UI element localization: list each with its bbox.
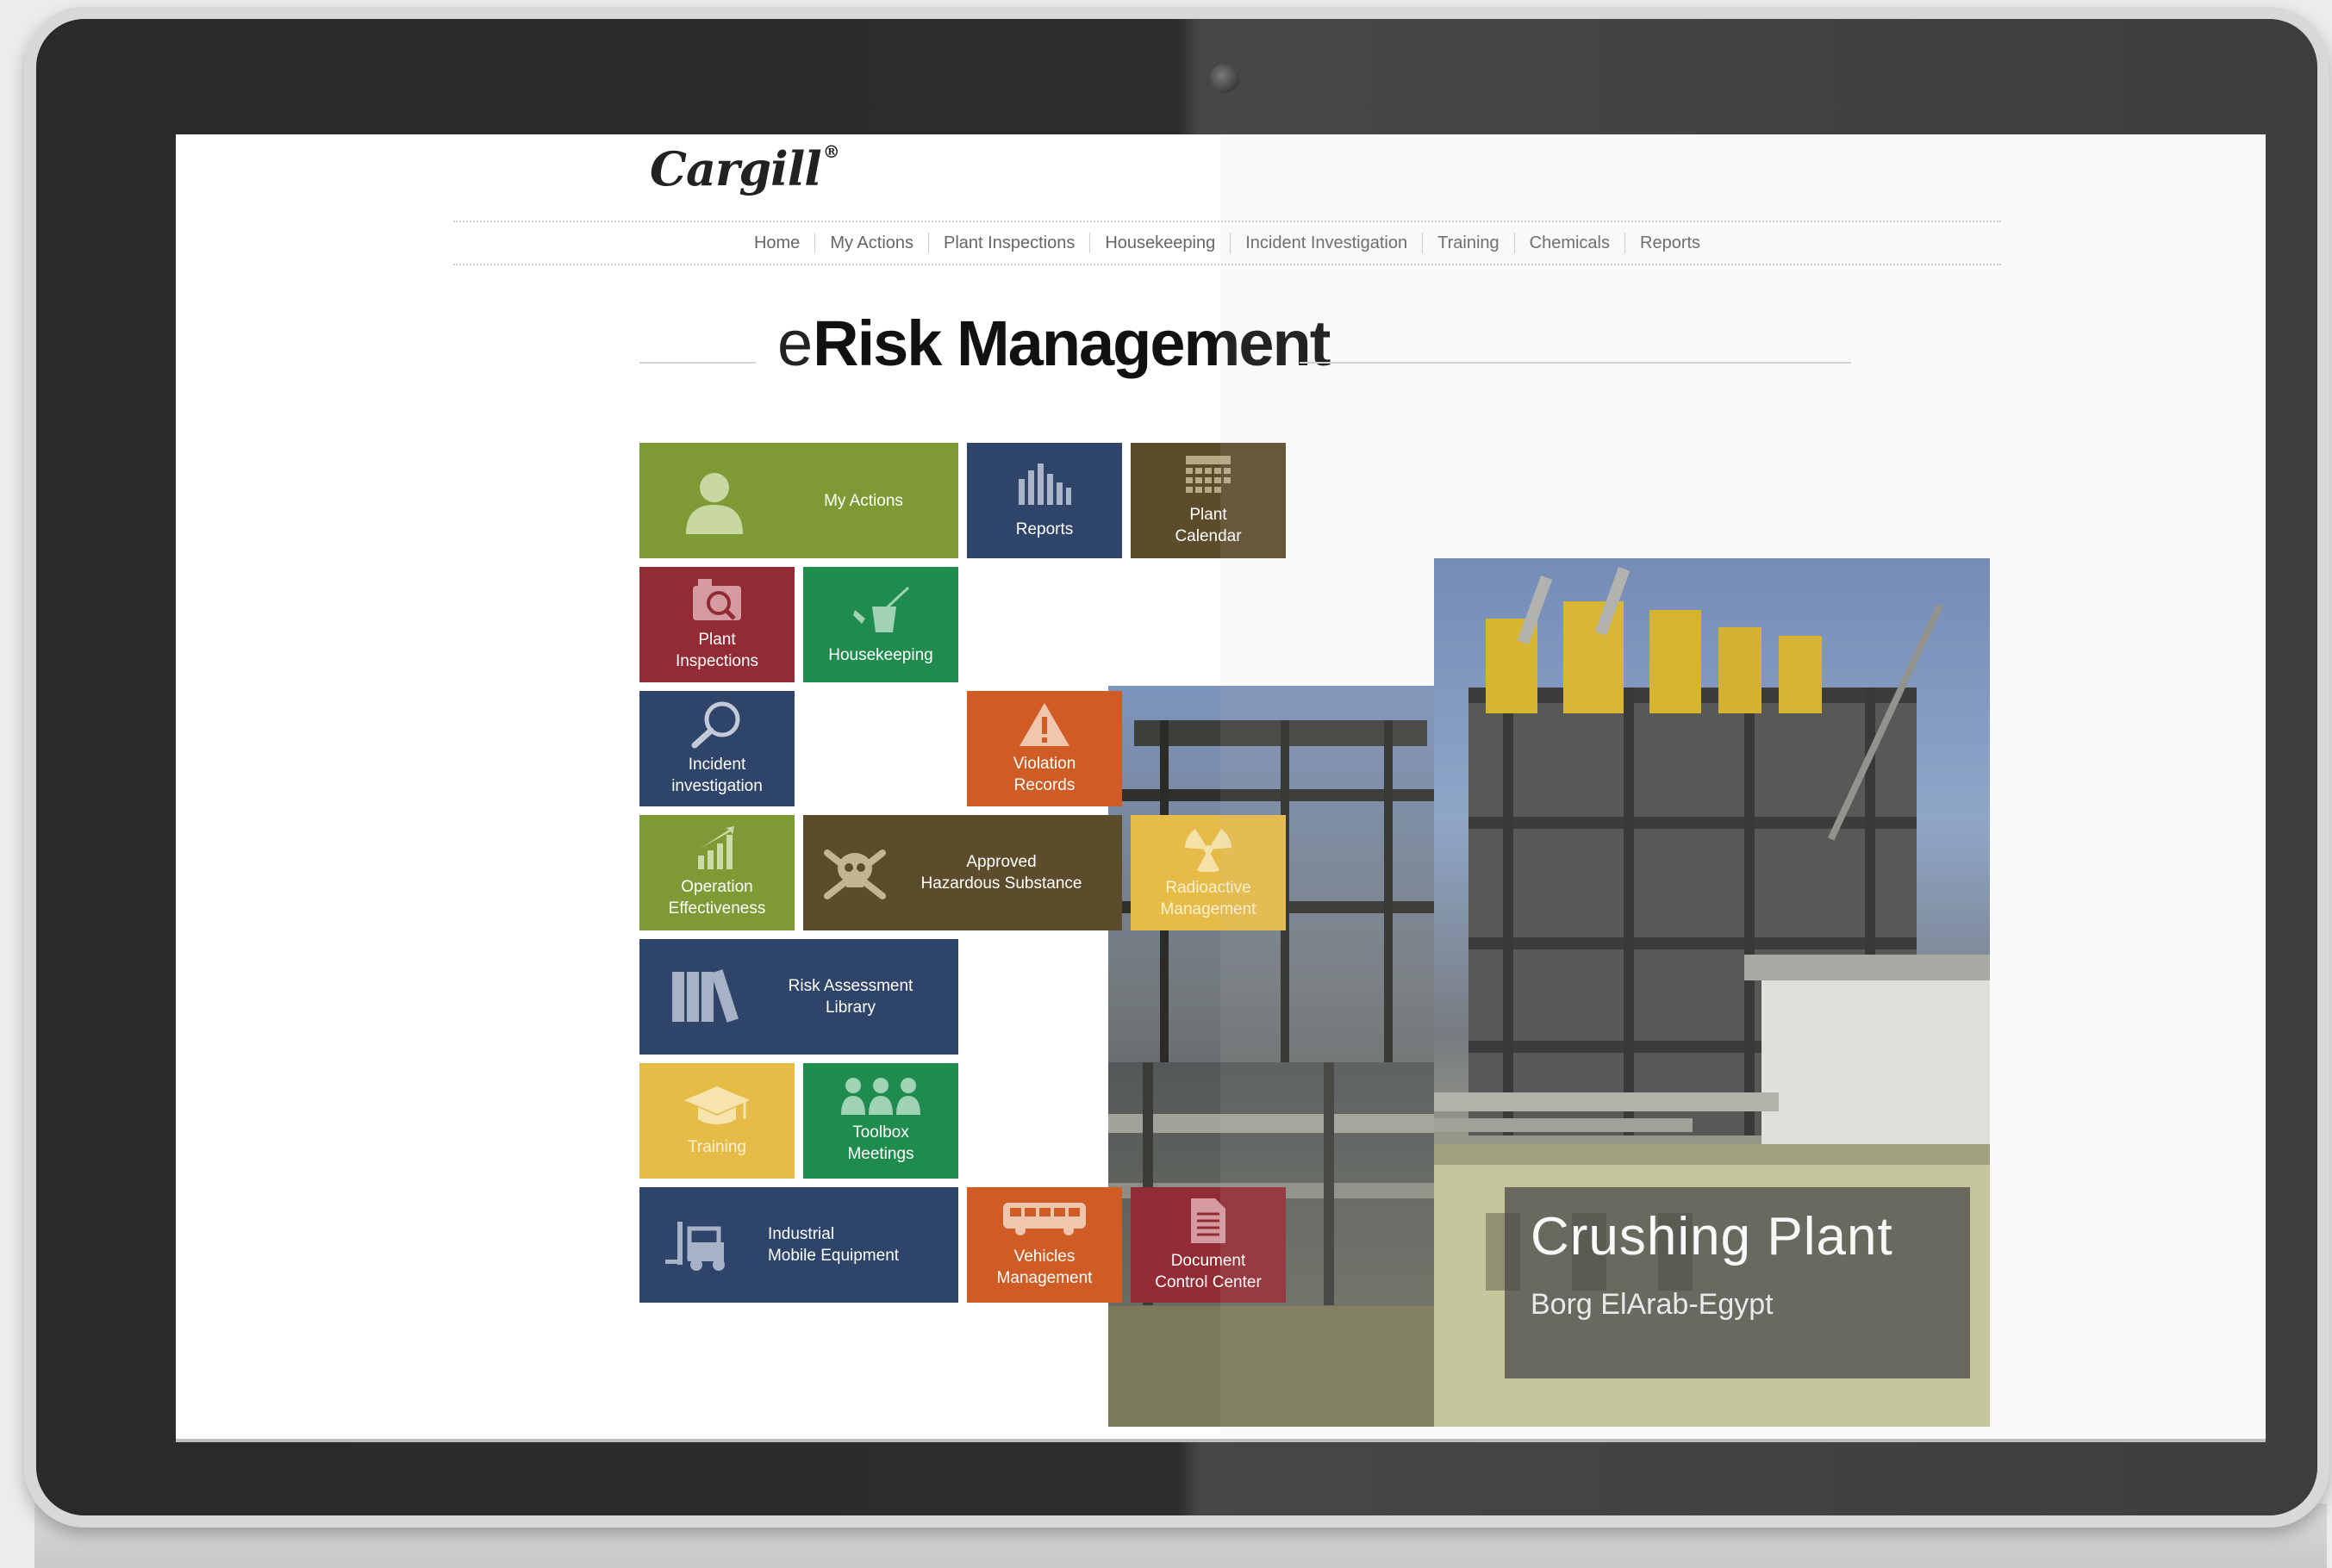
tile-violation-records[interactable]: Violation Records	[967, 691, 1122, 806]
tile-label: Plant Inspections	[676, 629, 758, 672]
books-icon	[670, 968, 743, 1024]
title-divider-right	[1300, 362, 1851, 364]
tile-label-line: Inspections	[675, 652, 759, 670]
camera-magnifier-icon	[691, 577, 743, 624]
tile-label: Housekeeping	[828, 645, 933, 664]
tile-label-line: Vehicles	[1013, 1248, 1076, 1266]
tile-label-line: Management	[996, 1269, 1093, 1287]
tile-label-line: Violation	[1013, 755, 1076, 773]
tile-vehicles-management[interactable]: Vehicles Management	[967, 1187, 1122, 1303]
page-title: eRisk Management	[639, 308, 1903, 384]
tile-label: Toolbox Meetings	[847, 1122, 913, 1165]
tile-label-line: Operation	[681, 878, 753, 896]
tile-label: Risk Assessment Library	[789, 975, 913, 1018]
tile-label-line: Approved	[966, 853, 1037, 871]
tile-radioactive-management[interactable]: Radioactive Management	[1131, 815, 1286, 930]
tile-label: Approved Hazardous Substance	[921, 851, 1082, 894]
mop-bucket-icon	[846, 584, 915, 636]
tile-label-line: Plant	[698, 631, 736, 649]
cargill-logo[interactable]: Cargill ®	[650, 141, 840, 196]
tile-label: Operation Effectiveness	[669, 876, 766, 919]
nav-housekeeping[interactable]: Housekeeping	[1089, 233, 1230, 253]
bus-icon	[1001, 1201, 1088, 1237]
tile-label-line: Mobile Equipment	[767, 1247, 900, 1265]
tile-document-control-center[interactable]: Document Control Center	[1131, 1187, 1286, 1303]
tile-label: My Actions	[824, 491, 903, 510]
tile-my-actions[interactable]: My Actions	[639, 443, 958, 558]
tile-incident-investigation[interactable]: Incident investigation	[639, 691, 795, 806]
tile-reports[interactable]: Reports	[967, 443, 1122, 558]
tile-label-line: Incident	[688, 756, 746, 774]
main-nav: Home My Actions Plant Inspections Housek…	[453, 221, 2001, 265]
tile-plant-inspections[interactable]: Plant Inspections	[639, 567, 795, 682]
hero-caption: Crushing Plant Borg ElArab-Egypt	[1505, 1187, 1970, 1378]
nav-home[interactable]: Home	[739, 233, 814, 253]
tile-label-line: Records	[1013, 776, 1076, 794]
tile-label-line: Risk Assessment	[788, 977, 913, 995]
screen: Cargill ® Home My Actions Plant Inspectio…	[176, 134, 2266, 1442]
forklift-icon	[665, 1220, 745, 1272]
camera-icon	[1210, 64, 1239, 93]
app-title: eRisk Management	[777, 307, 1331, 380]
tile-label-line: Document	[1170, 1252, 1246, 1270]
tablet-frame: Cargill ® Home My Actions Plant Inspectio…	[24, 7, 2329, 1528]
graduation-cap-icon	[683, 1085, 751, 1128]
person-icon	[681, 467, 748, 534]
tile-label-line: Industrial	[767, 1225, 835, 1243]
tile-label-line: Radioactive	[1165, 879, 1251, 897]
tile-label: Violation Records	[1013, 753, 1076, 796]
hero-subtitle: Borg ElArab-Egypt	[1531, 1288, 1774, 1321]
tile-label-line: Hazardous Substance	[920, 874, 1082, 893]
tile-toolbox-meetings[interactable]: Toolbox Meetings	[803, 1063, 958, 1179]
radiation-icon	[1183, 825, 1233, 872]
tile-label-line: Effectiveness	[668, 899, 766, 918]
warning-icon	[1018, 701, 1071, 748]
magnifier-icon	[689, 700, 745, 749]
tile-label: Training	[688, 1137, 746, 1156]
tile-label-line: investigation	[671, 777, 763, 795]
growth-chart-icon	[695, 826, 739, 871]
logo-text: Cargill	[650, 141, 822, 196]
title-prefix: e	[777, 308, 814, 379]
nav-chemicals[interactable]: Chemicals	[1513, 233, 1624, 253]
title-divider-left	[639, 362, 756, 364]
tile-label-line: Calendar	[1175, 527, 1242, 545]
tile-risk-assessment-library[interactable]: Risk Assessment Library	[639, 939, 958, 1055]
title-main: Risk Management	[813, 308, 1331, 379]
tile-label: Vehicles Management	[997, 1246, 1093, 1289]
nav-my-actions[interactable]: My Actions	[814, 233, 928, 253]
nav-plant-inspections[interactable]: Plant Inspections	[928, 233, 1089, 253]
calendar-icon	[1184, 454, 1232, 497]
nav-training[interactable]: Training	[1422, 233, 1514, 253]
tile-label: Industrial Mobile Equipment	[768, 1223, 899, 1266]
hero-image-left-part	[1108, 686, 1436, 1427]
bar-chart-icon	[1017, 462, 1072, 507]
hero-title: Crushing Plant	[1531, 1207, 1893, 1266]
tile-plant-calendar[interactable]: Plant Calendar	[1131, 443, 1286, 558]
document-icon	[1189, 1197, 1227, 1245]
tile-label-line: Control Center	[1155, 1273, 1262, 1291]
tile-training[interactable]: Training	[639, 1063, 795, 1179]
tile-label-line: Library	[825, 999, 876, 1017]
group-icon	[839, 1077, 922, 1115]
tile-label-line: Management	[1160, 900, 1256, 918]
tile-approved-hazardous-substance[interactable]: Approved Hazardous Substance	[803, 815, 1122, 930]
tile-label: Radioactive Management	[1161, 877, 1256, 920]
tile-label: Reports	[1015, 520, 1074, 538]
tile-industrial-mobile-equipment[interactable]: Industrial Mobile Equipment	[639, 1187, 958, 1303]
skull-crossbones-icon	[822, 844, 888, 901]
tile-label: Plant Calendar	[1175, 504, 1241, 547]
tile-housekeeping[interactable]: Housekeeping	[803, 567, 958, 682]
nav-reports[interactable]: Reports	[1624, 233, 1715, 253]
tile-label: Incident investigation	[671, 754, 763, 797]
tile-label: Document Control Center	[1155, 1250, 1262, 1293]
tile-label-line: Meetings	[847, 1145, 914, 1163]
tile-operation-effectiveness[interactable]: Operation Effectiveness	[639, 815, 795, 930]
tile-label-line: Toolbox	[852, 1123, 909, 1142]
tile-label-line: Plant	[1189, 506, 1227, 524]
nav-incident-investigation[interactable]: Incident Investigation	[1230, 233, 1422, 253]
